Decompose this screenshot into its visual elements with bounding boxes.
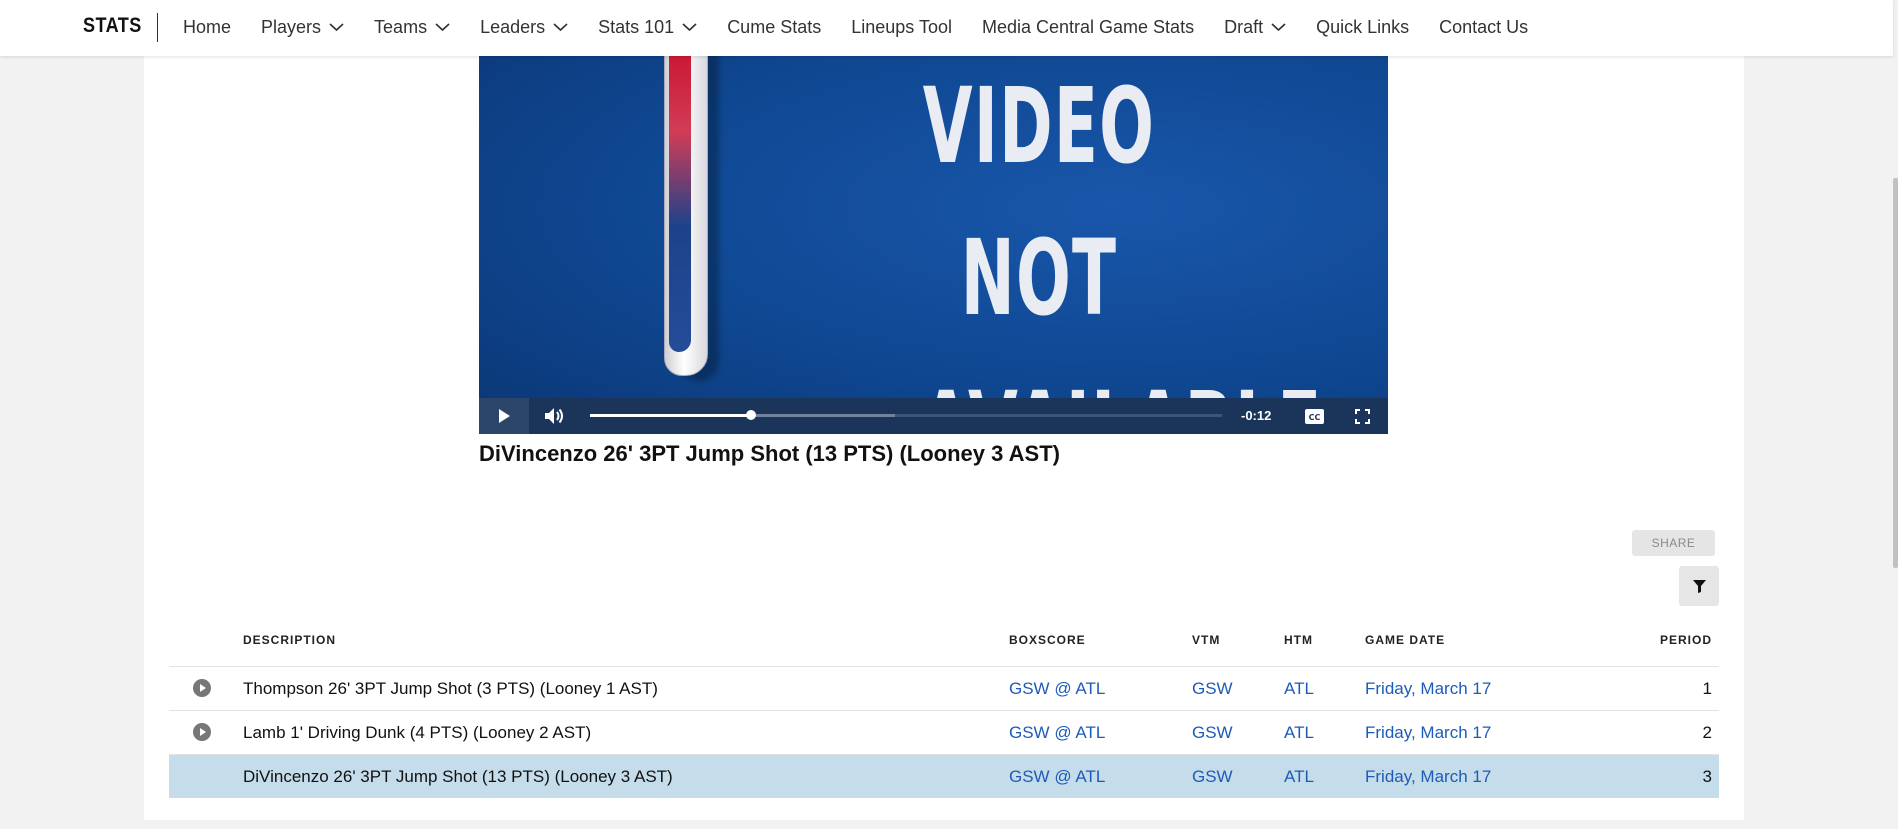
row-description: Thompson 26' 3PT Jump Shot (3 PTS) (Loon… bbox=[243, 679, 658, 698]
nav-item-label: Contact Us bbox=[1439, 16, 1529, 37]
nav-item-players[interactable]: Players bbox=[261, 17, 344, 38]
nav-item-label: Teams bbox=[374, 16, 428, 37]
row-game-date-link[interactable]: Friday, March 17 bbox=[1365, 755, 1491, 798]
nav-item-label: Cume Stats bbox=[727, 16, 822, 37]
table-row[interactable]: Lamb 1' Driving Dunk (4 PTS) (Looney 2 A… bbox=[169, 711, 1719, 755]
row-htm-link[interactable]: ATL bbox=[1284, 755, 1314, 798]
nav-item-stats-101[interactable]: Stats 101 bbox=[598, 17, 697, 38]
header-period[interactable]: PERIOD bbox=[1660, 625, 1712, 656]
row-period: 3 bbox=[1702, 767, 1712, 786]
table-row[interactable]: Thompson 26' 3PT Jump Shot (3 PTS) (Loon… bbox=[169, 667, 1719, 711]
nav-item-media-central-game-stats[interactable]: Media Central Game Stats bbox=[982, 17, 1194, 38]
header-game-date[interactable]: GAME DATE bbox=[1365, 625, 1445, 656]
nav-item-label: Media Central Game Stats bbox=[981, 16, 1195, 37]
header-boxscore[interactable]: BOXSCORE bbox=[1009, 625, 1086, 656]
nav-item-label: Quick Links bbox=[1316, 16, 1410, 37]
chevron-down-icon bbox=[1271, 22, 1286, 32]
nav-item-label: Players bbox=[261, 16, 322, 37]
progress-scrubber[interactable] bbox=[746, 410, 757, 420]
row-vtm-link[interactable]: GSW bbox=[1192, 667, 1233, 710]
table-row[interactable]: DiVincenzo 26' 3PT Jump Shot (13 PTS) (L… bbox=[169, 755, 1719, 798]
closed-captions-button[interactable]: CC bbox=[1299, 398, 1329, 434]
video-caption: DiVincenzo 26' 3PT Jump Shot (13 PTS) (L… bbox=[479, 441, 1060, 466]
nav-item-label: Stats 101 bbox=[598, 16, 675, 37]
overlay-line-1: VIDEO NOT bbox=[922, 65, 1156, 339]
phone-screen bbox=[669, 56, 691, 352]
svg-text:CC: CC bbox=[1308, 413, 1320, 422]
row-vtm-link[interactable]: GSW bbox=[1192, 711, 1233, 754]
nav-item-label: Draft bbox=[1224, 16, 1264, 37]
row-game-date-link[interactable]: Friday, March 17 bbox=[1365, 711, 1491, 754]
row-vtm-link[interactable]: GSW bbox=[1192, 755, 1233, 798]
header-htm[interactable]: HTM bbox=[1284, 625, 1313, 656]
row-boxscore-link[interactable]: GSW @ ATL bbox=[1009, 667, 1105, 710]
table-header: DESCRIPTION BOXSCORE VTM HTM GAME DATE P… bbox=[169, 625, 1719, 667]
plays-table: DESCRIPTION BOXSCORE VTM HTM GAME DATE P… bbox=[169, 625, 1719, 798]
video-progress-bar[interactable] bbox=[590, 410, 1222, 420]
nav-item-label: Leaders bbox=[480, 16, 546, 37]
scrollbar-thumb[interactable] bbox=[1893, 178, 1898, 568]
nav-item-quick-links[interactable]: Quick Links bbox=[1316, 17, 1409, 38]
progress-fill bbox=[590, 414, 752, 417]
row-period: 2 bbox=[1702, 723, 1712, 742]
row-boxscore-link[interactable]: GSW @ ATL bbox=[1009, 711, 1105, 754]
video-controls: -0:12 CC bbox=[479, 398, 1388, 434]
video-player[interactable]: VIDEO NOT AVAILABLE -0:12 CC bbox=[479, 56, 1388, 434]
header-vtm[interactable]: VTM bbox=[1192, 625, 1220, 656]
filter-button[interactable] bbox=[1679, 566, 1719, 606]
nav-item-home[interactable]: Home bbox=[183, 17, 231, 38]
volume-button[interactable] bbox=[539, 398, 569, 434]
row-description: Lamb 1' Driving Dunk (4 PTS) (Looney 2 A… bbox=[243, 723, 592, 742]
nav-item-label: Home bbox=[183, 16, 232, 37]
play-circle-icon[interactable] bbox=[193, 723, 211, 741]
play-button[interactable] bbox=[479, 398, 529, 434]
filter-icon bbox=[1692, 579, 1706, 593]
table-body: Thompson 26' 3PT Jump Shot (3 PTS) (Loon… bbox=[169, 667, 1719, 798]
share-button[interactable]: SHARE bbox=[1632, 530, 1715, 556]
play-circle-icon[interactable] bbox=[193, 679, 211, 697]
chevron-down-icon bbox=[553, 22, 568, 32]
stats-logo[interactable]: STATS bbox=[83, 14, 142, 38]
row-htm-link[interactable]: ATL bbox=[1284, 711, 1314, 754]
nav-menu: Home Players Teams Leaders Stats 101 Cume Sta… bbox=[183, 0, 1558, 54]
nav-item-teams[interactable]: Teams bbox=[374, 17, 450, 38]
row-htm-link[interactable]: ATL bbox=[1284, 667, 1314, 710]
nav-item-leaders[interactable]: Leaders bbox=[480, 17, 568, 38]
header-description[interactable]: DESCRIPTION bbox=[243, 625, 336, 656]
chevron-down-icon bbox=[329, 22, 344, 32]
row-game-date-link[interactable]: Friday, March 17 bbox=[1365, 667, 1491, 710]
nav-item-contact-us[interactable]: Contact Us bbox=[1439, 17, 1528, 38]
top-navigation: STATS Home Players Teams Leaders Stats 101 Cu… bbox=[0, 0, 1893, 56]
nav-item-draft[interactable]: Draft bbox=[1224, 17, 1286, 38]
volume-icon bbox=[545, 408, 563, 424]
time-remaining: -0:12 bbox=[1241, 408, 1272, 423]
phone-graphic bbox=[664, 56, 708, 376]
brand-divider bbox=[157, 13, 158, 42]
nav-item-cume-stats[interactable]: Cume Stats bbox=[727, 17, 821, 38]
chevron-down-icon bbox=[682, 22, 697, 32]
row-period: 1 bbox=[1702, 679, 1712, 698]
fullscreen-icon bbox=[1354, 408, 1370, 424]
closed-captions-icon: CC bbox=[1304, 408, 1324, 424]
row-boxscore-link[interactable]: GSW @ ATL bbox=[1009, 755, 1105, 798]
nav-item-label: Lineups Tool bbox=[851, 16, 952, 37]
play-icon bbox=[499, 409, 510, 423]
nav-item-lineups-tool[interactable]: Lineups Tool bbox=[851, 17, 952, 38]
fullscreen-button[interactable] bbox=[1347, 398, 1377, 434]
video-not-available-text: VIDEO NOT AVAILABLE bbox=[921, 56, 1321, 434]
row-description: DiVincenzo 26' 3PT Jump Shot (13 PTS) (L… bbox=[243, 767, 673, 786]
chevron-down-icon bbox=[435, 22, 450, 32]
